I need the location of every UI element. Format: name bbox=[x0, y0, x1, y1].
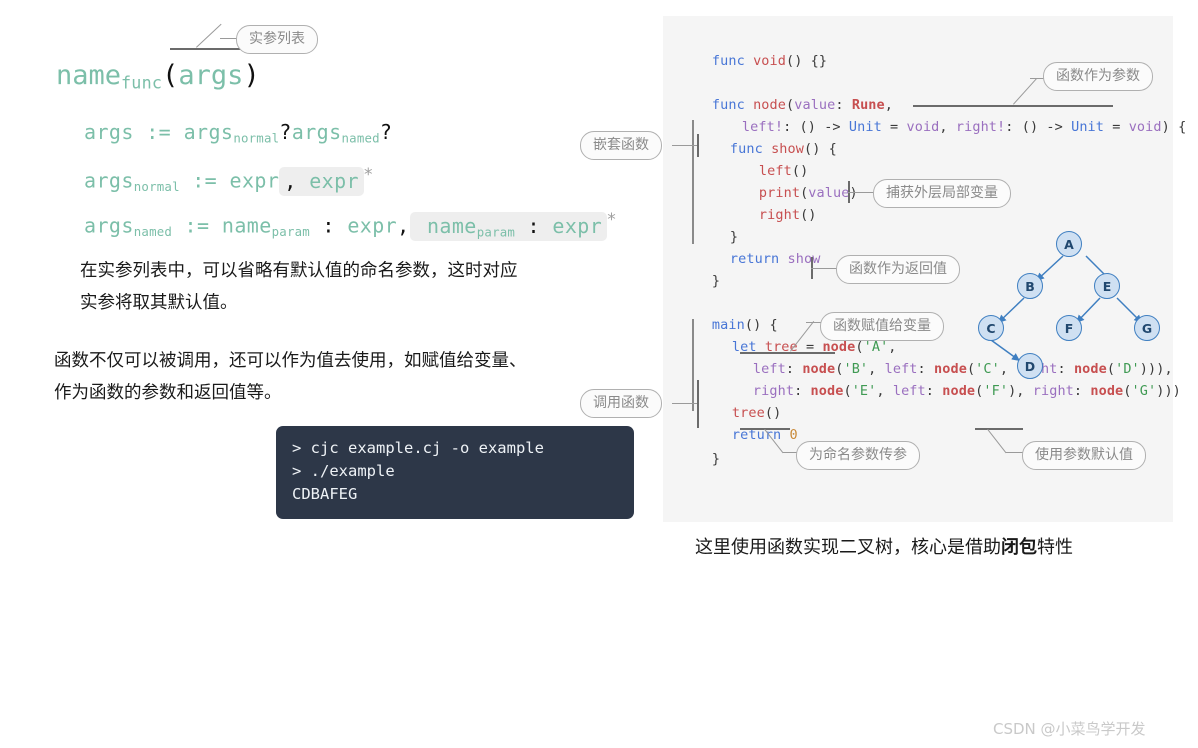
rule3-colon2: : bbox=[527, 213, 540, 238]
actual-args-leader-diagonal bbox=[196, 23, 222, 48]
rule1-rhs2-subscript: named bbox=[341, 130, 380, 146]
csdn-watermark: CSDN @小菜鸟学开发 bbox=[993, 720, 1146, 738]
tree-node-a[interactable]: A bbox=[1056, 231, 1082, 257]
callout-function-as-return[interactable]: 函数作为返回值 bbox=[836, 255, 960, 284]
callout-call-function[interactable]: 调用函数 bbox=[580, 389, 662, 418]
terminal-line-run: > ./example bbox=[292, 462, 395, 480]
rule1-lhs: args bbox=[84, 120, 134, 144]
callout-function-as-param[interactable]: 函数作为参数 bbox=[1043, 62, 1153, 91]
rule3-comma: , bbox=[397, 213, 410, 238]
code-line-func-void: func void() {} bbox=[711, 53, 828, 69]
rule1-op: := bbox=[146, 120, 172, 144]
function-as-return-leader bbox=[811, 268, 839, 269]
binary-tree-diagram: A B E C F G D bbox=[960, 225, 1175, 385]
callout-function-assigned-to-var[interactable]: 函数赋值给变量 bbox=[820, 312, 944, 341]
tree-node-e[interactable]: E bbox=[1094, 273, 1120, 299]
rule3-colon1: : bbox=[322, 213, 335, 238]
call-function-tick bbox=[697, 380, 699, 428]
code-line-right-call: right() bbox=[758, 207, 817, 223]
caption-post: 特性 bbox=[1037, 537, 1073, 558]
default-param-underline bbox=[975, 428, 1023, 430]
grammar-rule-args: args := argsnormal?argsnamed? bbox=[84, 120, 392, 145]
callout-nested-function[interactable]: 嵌套函数 bbox=[580, 131, 662, 160]
rule2-term1: expr bbox=[229, 168, 280, 193]
code-line-close-node: } bbox=[711, 273, 721, 289]
grammar-section: 实参列表 namefunc(args) args := argsnormal?a… bbox=[0, 0, 660, 300]
indent-guide-main-body bbox=[692, 319, 694, 411]
callout-actual-args-list[interactable]: 实参列表 bbox=[236, 25, 318, 54]
rule1-question2: ? bbox=[379, 120, 393, 144]
grammar-rule-args-normal: argsnormal := expr, expr * bbox=[84, 165, 373, 196]
rule2-comma: , bbox=[284, 168, 297, 193]
caption-strong: 闭包 bbox=[1001, 537, 1037, 558]
callout-pass-named-arg[interactable]: 为命名参数传参 bbox=[796, 441, 920, 470]
rule2-lhs-subscript: normal bbox=[133, 179, 180, 195]
nested-function-tick bbox=[697, 134, 699, 157]
grammar-headline: namefunc(args) bbox=[56, 60, 260, 93]
tree-node-c[interactable]: C bbox=[978, 315, 1004, 341]
rule2-star: * bbox=[363, 165, 373, 185]
panel-caption: 这里使用函数实现二叉树，核心是借助闭包特性 bbox=[695, 533, 1073, 559]
paragraph-2-line-1: 函数不仅可以被调用，还可以作为值去使用，如赋值给变量、 bbox=[54, 351, 527, 371]
rule3-star: * bbox=[607, 210, 617, 230]
rule3-repeat-group: nameparam : expr bbox=[409, 211, 608, 241]
callout-use-default-param[interactable]: 使用参数默认值 bbox=[1022, 441, 1146, 470]
rule3-lhs-subscript: named bbox=[133, 224, 173, 240]
rule1-question1: ? bbox=[279, 120, 292, 144]
rule2-repeat-group: , expr bbox=[279, 166, 364, 196]
callout-capture-outer-local[interactable]: 捕获外层局部变量 bbox=[873, 179, 1011, 208]
rule3-name2-subscript: param bbox=[476, 224, 516, 240]
rule1-rhs2: args bbox=[291, 120, 342, 144]
code-line-close-main: } bbox=[711, 451, 721, 467]
call-function-leader bbox=[672, 403, 698, 404]
rule3-name1-subscript: param bbox=[271, 224, 310, 240]
rule1-rhs1: args bbox=[183, 120, 234, 144]
rule3-lhs: args bbox=[84, 213, 134, 238]
headline-name-subscript: func bbox=[121, 72, 163, 93]
function-assigned-underline bbox=[740, 352, 835, 354]
tree-node-g[interactable]: G bbox=[1134, 315, 1160, 341]
rule3-name1: name bbox=[221, 213, 272, 238]
headline-open-paren: ( bbox=[162, 60, 179, 91]
paragraph-1-line-1: 在实参列表中，可以省略有默认值的命名参数，这时对应 bbox=[80, 261, 518, 281]
tree-node-f[interactable]: F bbox=[1056, 315, 1082, 341]
grammar-rule-args-named: argsnamed := nameparam : expr, nameparam… bbox=[84, 210, 617, 241]
headline-args: args bbox=[178, 60, 244, 91]
function-as-param-underline bbox=[913, 105, 1113, 107]
rule3-name2: name bbox=[426, 213, 477, 238]
terminal-output-block: > cjc example.cj -o example > ./example … bbox=[276, 426, 634, 519]
rule1-rhs1-subscript: normal bbox=[233, 130, 280, 146]
rule2-op: := bbox=[192, 168, 218, 193]
rule2-term2: expr bbox=[309, 168, 359, 193]
terminal-line-compile: > cjc example.cj -o example bbox=[292, 439, 544, 457]
headline-close-paren: ) bbox=[243, 60, 260, 91]
rule3-expr1: expr bbox=[347, 213, 398, 238]
paragraph-2-line-2: 作为函数的参数和返回值等。 bbox=[54, 383, 282, 403]
indent-guide-node-body bbox=[692, 120, 694, 244]
rule3-op: := bbox=[184, 213, 210, 238]
paragraph-1-line-2: 实参将取其默认值。 bbox=[80, 293, 238, 313]
capture-outer-local-leader bbox=[848, 192, 876, 193]
tree-node-d[interactable]: D bbox=[1017, 353, 1043, 379]
tree-node-b[interactable]: B bbox=[1017, 273, 1043, 299]
caption-pre: 这里使用函数实现二叉树，核心是借助 bbox=[695, 537, 1001, 558]
nested-function-leader bbox=[672, 145, 698, 146]
headline-name: name bbox=[56, 60, 122, 91]
rule3-expr2: expr bbox=[552, 213, 603, 238]
rule2-lhs: args bbox=[84, 168, 134, 193]
terminal-line-result: CDBAFEG bbox=[292, 485, 358, 503]
